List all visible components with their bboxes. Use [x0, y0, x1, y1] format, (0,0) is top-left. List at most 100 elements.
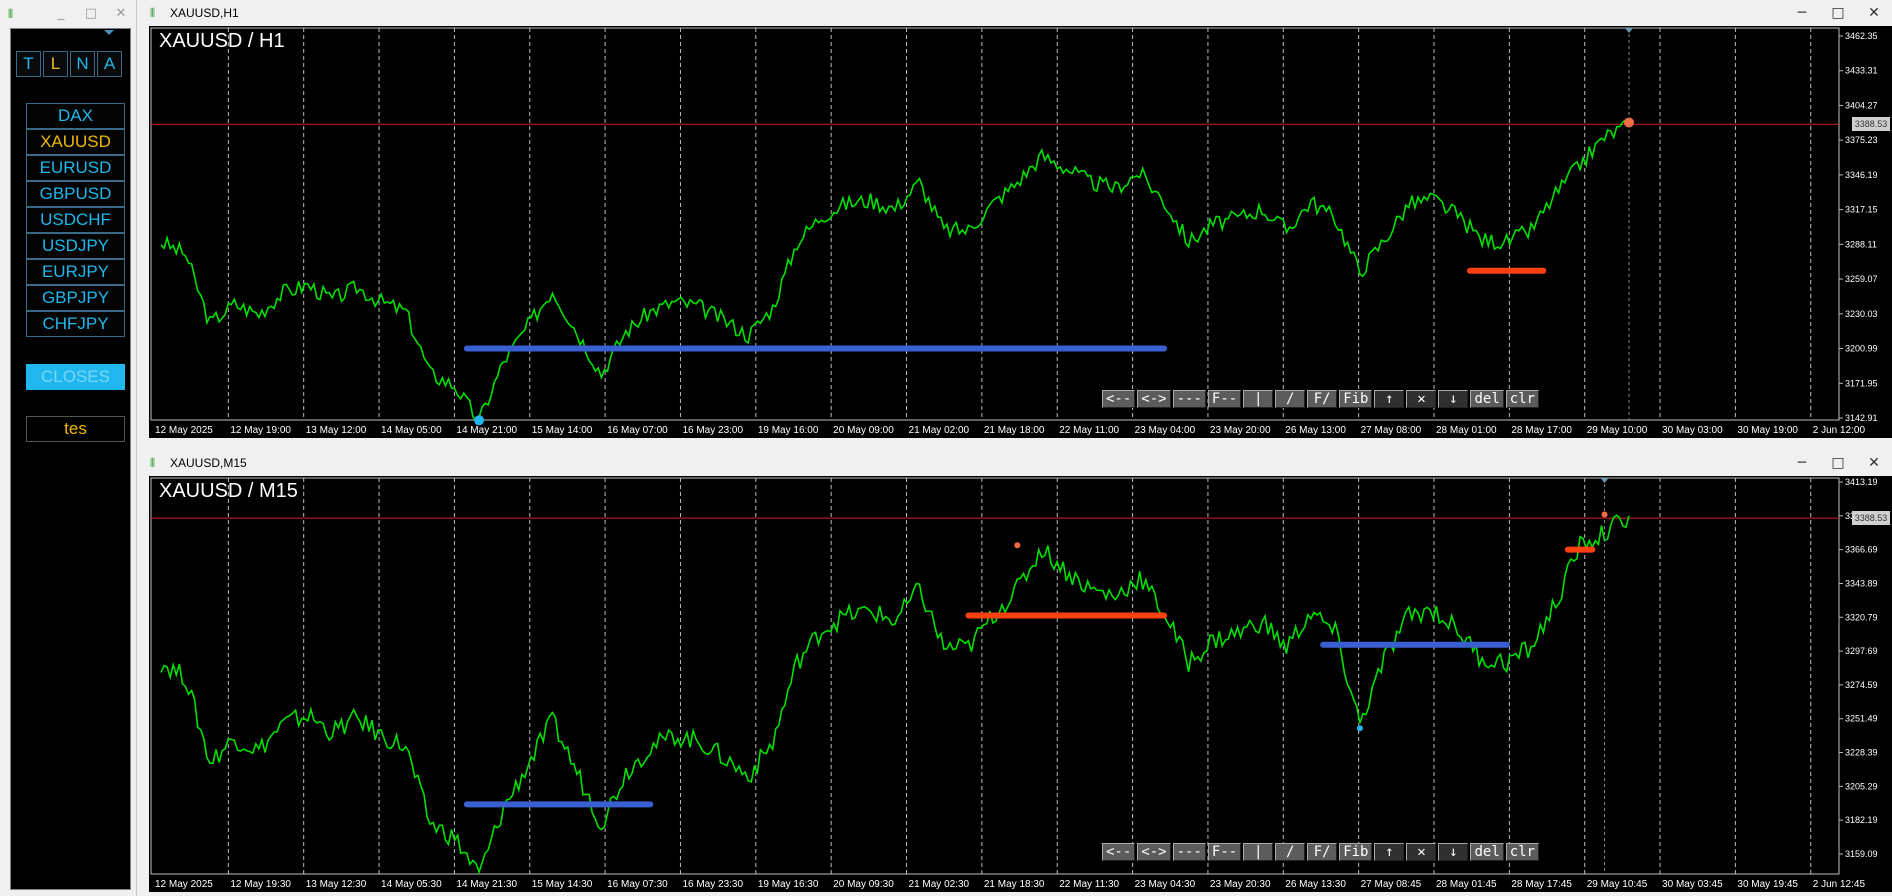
close-button[interactable]: ✕	[1856, 449, 1892, 477]
arrow-up-icon[interactable]: ↑	[1374, 390, 1405, 408]
time-axis-label: 21 May 02:30	[909, 879, 970, 890]
toolbar-button-range[interactable]: <->	[1137, 390, 1171, 408]
price-chart-m15[interactable]: 12 May 2025 12 May 19:30 13 May 12:30 14 Ma…	[149, 476, 1892, 892]
price-axis-label: 3142.91	[1845, 413, 1878, 423]
mode-buttons: T L N A	[16, 51, 122, 77]
time-axis-label: 26 May 13:00	[1285, 425, 1346, 436]
time-axis-label: 12 May 2025	[155, 425, 213, 436]
panel-body: T L N A DAX XAUUSD EURUSD GBPUSD USDCHF …	[10, 28, 131, 890]
price-axis-label: 3320.79	[1845, 612, 1878, 622]
time-axis-label: 15 May 14:00	[532, 425, 593, 436]
minimize-button[interactable]: _	[46, 0, 76, 28]
price-axis-label: 3404.27	[1845, 100, 1878, 110]
time-axis-label: 26 May 13:30	[1285, 879, 1346, 890]
navigator-window: ⫴ _ □ ✕ T L N A DAX XAUUSD EURUSD GBPUSD…	[0, 0, 137, 896]
time-axis-label: 14 May 05:30	[381, 879, 442, 890]
swing-point-marker	[1014, 542, 1021, 549]
toolbar-button-vline[interactable]: |	[1243, 390, 1274, 408]
time-axis-label: 30 May 03:00	[1662, 425, 1723, 436]
time-axis-label: 16 May 07:00	[607, 425, 668, 436]
time-axis-label: 20 May 09:00	[833, 425, 894, 436]
close-button[interactable]: ✕	[106, 0, 136, 28]
price-axis-label: 3366.69	[1845, 545, 1878, 555]
toolbar-button-ftrend[interactable]: F/	[1307, 843, 1338, 861]
current-price-label: 3388.53	[1852, 511, 1890, 526]
toolbar-button-hline[interactable]: ---	[1172, 390, 1206, 408]
time-axis-label: 22 May 11:00	[1059, 425, 1119, 436]
mode-button-l[interactable]: L	[43, 51, 68, 77]
toolbar-button-trend[interactable]: /	[1275, 390, 1306, 408]
arrow-down-icon[interactable]: ↓	[1438, 843, 1469, 861]
price-axis-label: 3375.23	[1845, 135, 1878, 145]
price-axis-label: 3317.15	[1845, 205, 1878, 215]
price-axis-label: 3297.69	[1845, 646, 1878, 656]
time-axis-label: 12 May 2025	[155, 879, 213, 890]
maximize-button[interactable]: □	[76, 0, 106, 28]
toolbar-button-back[interactable]: <--	[1102, 843, 1136, 861]
time-axis-label: 28 May 01:00	[1436, 425, 1497, 436]
arrow-down-icon[interactable]: ↓	[1438, 390, 1469, 408]
toolbar-button-trend[interactable]: /	[1275, 843, 1306, 861]
delete-x-icon[interactable]: ✕	[1406, 843, 1437, 861]
toolbar-button-fib[interactable]: Fib	[1339, 390, 1373, 408]
symbol-button-usdjpy[interactable]: USDJPY	[26, 233, 125, 259]
symbol-button-usdchf[interactable]: USDCHF	[26, 207, 125, 233]
toolbar-button-del[interactable]: del	[1470, 843, 1504, 861]
symbol-button-chfjpy[interactable]: CHFJPY	[26, 311, 125, 337]
maximize-button[interactable]: □	[1820, 449, 1856, 477]
symbol-button-gbpusd[interactable]: GBPUSD	[26, 181, 125, 207]
price-chart-h1[interactable]: 12 May 2025 12 May 19:00 13 May 12:00 14 Ma…	[149, 26, 1892, 438]
toolbar-button-fhline[interactable]: F--	[1207, 843, 1242, 861]
plot-border	[150, 477, 1840, 875]
chart-window-m15: ⫴ XAUUSD,M15 ─ □ ✕ 12 May 2025 12 May 19:…	[142, 450, 1892, 896]
symbol-button-dax[interactable]: DAX	[26, 103, 125, 129]
maximize-button[interactable]: □	[1820, 0, 1856, 27]
closes-button[interactable]: CLOSES	[26, 364, 125, 390]
price-axis-label: 3182.19	[1845, 815, 1878, 825]
chart-window-h1: ⫴ XAUUSD,H1 ─ □ ✕ 12 May 2025 12 May 19:0…	[142, 0, 1892, 446]
tes-button[interactable]: tes	[26, 416, 125, 442]
time-axis-label: 23 May 04:30	[1135, 879, 1196, 890]
time-axis-label: 28 May 17:45	[1511, 879, 1572, 890]
toolbar-button-hline[interactable]: ---	[1172, 843, 1206, 861]
toolbar-button-back[interactable]: <--	[1102, 390, 1136, 408]
close-button[interactable]: ✕	[1856, 0, 1892, 27]
chart-symbol-label: XAUUSD / H1	[159, 30, 285, 52]
symbol-button-xauusd[interactable]: XAUUSD	[26, 129, 125, 155]
mode-button-a[interactable]: A	[97, 51, 122, 77]
symbol-button-gbpjpy[interactable]: GBPJPY	[26, 285, 125, 311]
minimize-button[interactable]: ─	[1784, 449, 1820, 477]
chart-area[interactable]: 12 May 2025 12 May 19:00 13 May 12:00 14 Ma…	[149, 26, 1892, 438]
toolbar-button-del[interactable]: del	[1470, 390, 1504, 408]
mode-button-t[interactable]: T	[16, 51, 41, 77]
swing-point-marker	[474, 415, 485, 426]
price-axis-label: 3343.89	[1845, 578, 1878, 588]
toolbar-button-fib[interactable]: Fib	[1339, 843, 1373, 861]
arrow-up-icon[interactable]: ↑	[1374, 843, 1405, 861]
toolbar-button-range[interactable]: <->	[1137, 843, 1171, 861]
chart-titlebar-m15: ⫴ XAUUSD,M15 ─ □ ✕	[142, 450, 1892, 476]
time-axis-label: 30 May 19:45	[1737, 879, 1798, 890]
minimize-button[interactable]: ─	[1784, 0, 1820, 27]
toolbar-button-fhline[interactable]: F--	[1207, 390, 1242, 408]
dropdown-arrow-icon[interactable]	[104, 30, 114, 35]
symbol-list: DAX XAUUSD EURUSD GBPUSD USDCHF USDJPY E…	[26, 103, 125, 337]
time-axis-label: 23 May 20:00	[1210, 425, 1271, 436]
toolbar-button-ftrend[interactable]: F/	[1307, 390, 1338, 408]
time-axis-label: 2 Jun 12:45	[1813, 879, 1866, 890]
toolbar-button-vline[interactable]: |	[1243, 843, 1274, 861]
toolbar-button-clr[interactable]: clr	[1505, 390, 1540, 408]
time-axis-label: 2 Jun 12:00	[1813, 425, 1866, 436]
symbol-button-eurusd[interactable]: EURUSD	[26, 155, 125, 181]
delete-x-icon[interactable]: ✕	[1406, 390, 1437, 408]
toolbar-button-clr[interactable]: clr	[1505, 843, 1540, 861]
price-axis-label: 3159.09	[1845, 849, 1878, 859]
time-axis-label: 30 May 03:45	[1662, 879, 1723, 890]
mode-button-n[interactable]: N	[70, 51, 95, 77]
chart-area[interactable]: 12 May 2025 12 May 19:30 13 May 12:30 14 Ma…	[149, 476, 1892, 892]
price-axis-label: 3259.07	[1845, 274, 1878, 284]
symbol-button-eurjpy[interactable]: EURJPY	[26, 259, 125, 285]
shift-marker-icon	[1625, 28, 1633, 33]
time-axis-label: 28 May 01:45	[1436, 879, 1497, 890]
chart-window-title: XAUUSD,H1	[170, 6, 239, 20]
